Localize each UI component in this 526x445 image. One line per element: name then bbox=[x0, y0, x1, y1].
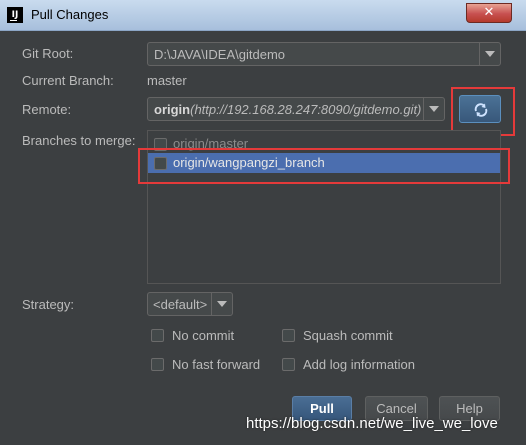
highlight-box-refresh bbox=[451, 87, 515, 136]
remote-combo[interactable]: origin(http://192.168.28.247:8090/gitdem… bbox=[147, 97, 445, 121]
remote-value: origin(http://192.168.28.247:8090/gitdem… bbox=[154, 102, 422, 117]
remote-label: Remote: bbox=[22, 102, 72, 117]
strategy-label: Strategy: bbox=[22, 297, 75, 312]
no-fast-forward-label: No fast forward bbox=[172, 357, 261, 372]
git-root-combo[interactable]: D:\JAVA\IDEA\gitdemo bbox=[147, 42, 501, 66]
squash-commit-checkbox[interactable] bbox=[282, 329, 295, 342]
remote-name: origin bbox=[154, 102, 191, 117]
highlight-box-branch bbox=[138, 148, 510, 184]
branches-label: Branches to merge: bbox=[22, 133, 136, 148]
remote-url: (http://192.168.28.247:8090/gitdemo.git) bbox=[190, 102, 422, 117]
add-log-label: Add log information bbox=[303, 357, 416, 372]
chevron-down-icon[interactable] bbox=[423, 98, 444, 120]
chevron-down-icon[interactable] bbox=[211, 293, 232, 315]
intellij-icon: IJ bbox=[7, 7, 23, 23]
current-branch-value: master bbox=[147, 73, 187, 88]
no-commit-checkbox[interactable] bbox=[151, 329, 164, 342]
window-title: Pull Changes bbox=[31, 7, 109, 22]
chevron-down-icon[interactable] bbox=[479, 43, 500, 65]
git-root-label: Git Root: bbox=[22, 46, 74, 61]
squash-commit-label: Squash commit bbox=[303, 328, 393, 343]
watermark-text: https://blog.csdn.net/we_live_we_love bbox=[246, 415, 498, 432]
no-commit-label: No commit bbox=[172, 328, 235, 343]
no-fast-forward-checkbox[interactable] bbox=[151, 358, 164, 371]
strategy-combo[interactable]: <default> bbox=[147, 292, 233, 316]
current-branch-label: Current Branch: bbox=[22, 73, 114, 88]
add-log-checkbox[interactable] bbox=[282, 358, 295, 371]
git-root-value: D:\JAVA\IDEA\gitdemo bbox=[154, 47, 286, 62]
strategy-value: <default> bbox=[153, 297, 208, 312]
title-bar: IJ Pull Changes ✕ bbox=[0, 0, 526, 31]
close-button[interactable]: ✕ bbox=[466, 3, 512, 23]
